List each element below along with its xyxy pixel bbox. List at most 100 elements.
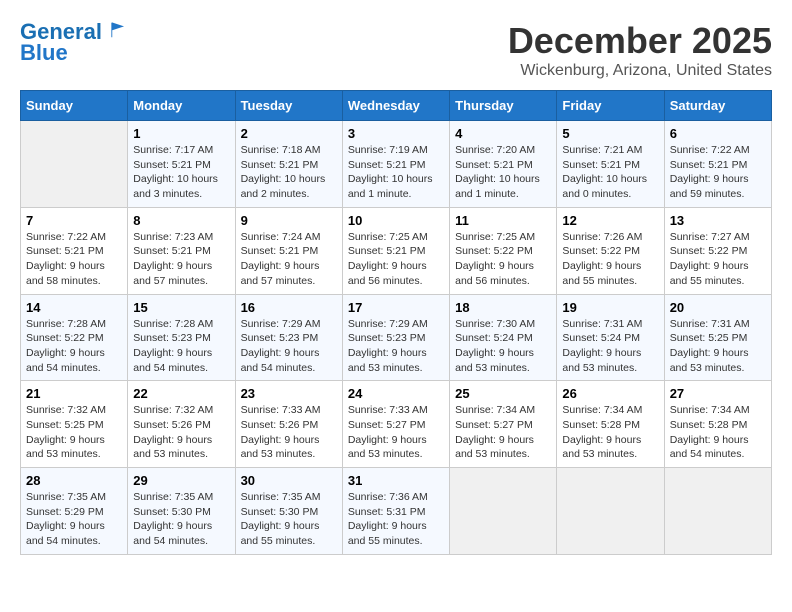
day-number: 24 [348, 386, 444, 401]
day-detail: Sunrise: 7:28 AMSunset: 5:22 PMDaylight:… [26, 317, 122, 376]
calendar-cell: 24Sunrise: 7:33 AMSunset: 5:27 PMDayligh… [342, 381, 449, 468]
calendar-cell: 15 Sunrise: 7:28 AMSunset: 5:23 PMDayligh… [128, 294, 235, 381]
day-of-week-header: Monday [128, 91, 235, 121]
day-detail: Sunrise: 7:31 AMSunset: 5:25 PMDaylight:… [670, 317, 766, 376]
day-number: 16 [241, 300, 337, 315]
day-detail: Sunrise: 7:20 AMSunset: 5:21 PMDaylight:… [455, 143, 551, 202]
calendar-week-row: 7 Sunrise: 7:22 AMSunset: 5:21 PMDaylight… [21, 207, 772, 294]
day-number: 12 [562, 213, 658, 228]
day-number: 11 [455, 213, 551, 228]
header: General Blue December 2025 Wickenburg, A… [20, 20, 772, 80]
day-detail: Sunrise: 7:35 AMSunset: 5:29 PMDaylight:… [26, 490, 122, 549]
calendar-cell: 4 Sunrise: 7:20 AMSunset: 5:21 PMDaylight… [450, 121, 557, 208]
calendar-header-row: SundayMondayTuesdayWednesdayThursdayFrid… [21, 91, 772, 121]
calendar-week-row: 28 Sunrise: 7:35 AMSunset: 5:29 PMDayligh… [21, 468, 772, 555]
calendar-cell: 22 Sunrise: 7:32 AMSunset: 5:26 PMDayligh… [128, 381, 235, 468]
calendar-cell: 1 Sunrise: 7:17 AMSunset: 5:21 PMDaylight… [128, 121, 235, 208]
logo-flag-icon [110, 21, 128, 39]
day-detail: Sunrise: 7:35 AMSunset: 5:30 PMDaylight:… [241, 490, 337, 549]
calendar-cell: 25Sunrise: 7:34 AMSunset: 5:27 PMDayligh… [450, 381, 557, 468]
calendar-week-row: 21 Sunrise: 7:32 AMSunset: 5:25 PMDayligh… [21, 381, 772, 468]
calendar-cell: 12 Sunrise: 7:26 AMSunset: 5:22 PMDayligh… [557, 207, 664, 294]
day-number: 15 [133, 300, 229, 315]
day-number: 29 [133, 473, 229, 488]
calendar-cell: 2 Sunrise: 7:18 AMSunset: 5:21 PMDaylight… [235, 121, 342, 208]
calendar-cell: 16Sunrise: 7:29 AMSunset: 5:23 PMDayligh… [235, 294, 342, 381]
calendar-cell: 29 Sunrise: 7:35 AMSunset: 5:30 PMDayligh… [128, 468, 235, 555]
calendar-cell: 30 Sunrise: 7:35 AMSunset: 5:30 PMDayligh… [235, 468, 342, 555]
day-number: 13 [670, 213, 766, 228]
day-number: 5 [562, 126, 658, 141]
day-number: 25 [455, 386, 551, 401]
day-detail: Sunrise: 7:23 AMSunset: 5:21 PMDaylight:… [133, 230, 229, 289]
day-detail: Sunrise: 7:24 AMSunset: 5:21 PMDaylight:… [241, 230, 337, 289]
day-detail: Sunrise: 7:17 AMSunset: 5:21 PMDaylight:… [133, 143, 229, 202]
day-number: 23 [241, 386, 337, 401]
day-detail: Sunrise: 7:35 AMSunset: 5:30 PMDaylight:… [133, 490, 229, 549]
calendar-cell: 6 Sunrise: 7:22 AMSunset: 5:21 PMDaylight… [664, 121, 771, 208]
calendar-cell: 10 Sunrise: 7:25 AMSunset: 5:21 PMDayligh… [342, 207, 449, 294]
calendar-cell: 8 Sunrise: 7:23 AMSunset: 5:21 PMDaylight… [128, 207, 235, 294]
calendar-week-row: 1 Sunrise: 7:17 AMSunset: 5:21 PMDaylight… [21, 121, 772, 208]
calendar-cell: 14 Sunrise: 7:28 AMSunset: 5:22 PMDayligh… [21, 294, 128, 381]
day-number: 22 [133, 386, 229, 401]
day-number: 30 [241, 473, 337, 488]
calendar-cell: 3 Sunrise: 7:19 AMSunset: 5:21 PMDaylight… [342, 121, 449, 208]
day-detail: Sunrise: 7:33 AMSunset: 5:26 PMDaylight:… [241, 403, 337, 462]
day-detail: Sunrise: 7:36 AMSunset: 5:31 PMDaylight:… [348, 490, 444, 549]
day-detail: Sunrise: 7:28 AMSunset: 5:23 PMDaylight:… [133, 317, 229, 376]
day-number: 17 [348, 300, 444, 315]
day-number: 10 [348, 213, 444, 228]
day-number: 2 [241, 126, 337, 141]
day-of-week-header: Sunday [21, 91, 128, 121]
day-detail: Sunrise: 7:31 AMSunset: 5:24 PMDaylight:… [562, 317, 658, 376]
day-number: 26 [562, 386, 658, 401]
day-number: 21 [26, 386, 122, 401]
calendar-cell: 23 Sunrise: 7:33 AMSunset: 5:26 PMDayligh… [235, 381, 342, 468]
calendar-cell [21, 121, 128, 208]
calendar-cell [664, 468, 771, 555]
calendar-cell: 19 Sunrise: 7:31 AMSunset: 5:24 PMDayligh… [557, 294, 664, 381]
day-number: 4 [455, 126, 551, 141]
day-detail: Sunrise: 7:22 AMSunset: 5:21 PMDaylight:… [670, 143, 766, 202]
day-detail: Sunrise: 7:22 AMSunset: 5:21 PMDaylight:… [26, 230, 122, 289]
day-number: 8 [133, 213, 229, 228]
calendar-cell: 17 Sunrise: 7:29 AMSunset: 5:23 PMDayligh… [342, 294, 449, 381]
calendar-cell: 7 Sunrise: 7:22 AMSunset: 5:21 PMDaylight… [21, 207, 128, 294]
day-detail: Sunrise: 7:19 AMSunset: 5:21 PMDaylight:… [348, 143, 444, 202]
day-number: 6 [670, 126, 766, 141]
day-number: 28 [26, 473, 122, 488]
day-detail: Sunrise: 7:32 AMSunset: 5:25 PMDaylight:… [26, 403, 122, 462]
day-of-week-header: Thursday [450, 91, 557, 121]
day-detail: Sunrise: 7:25 AMSunset: 5:22 PMDaylight:… [455, 230, 551, 289]
day-detail: Sunrise: 7:18 AMSunset: 5:21 PMDaylight:… [241, 143, 337, 202]
calendar-table: SundayMondayTuesdayWednesdayThursdayFrid… [20, 90, 772, 555]
calendar-cell: 18 Sunrise: 7:30 AMSunset: 5:24 PMDayligh… [450, 294, 557, 381]
day-number: 19 [562, 300, 658, 315]
day-number: 3 [348, 126, 444, 141]
day-detail: Sunrise: 7:25 AMSunset: 5:21 PMDaylight:… [348, 230, 444, 289]
day-number: 1 [133, 126, 229, 141]
day-detail: Sunrise: 7:34 AMSunset: 5:28 PMDaylight:… [670, 403, 766, 462]
day-number: 14 [26, 300, 122, 315]
calendar-week-row: 14 Sunrise: 7:28 AMSunset: 5:22 PMDayligh… [21, 294, 772, 381]
day-detail: Sunrise: 7:29 AMSunset: 5:23 PMDaylight:… [348, 317, 444, 376]
day-number: 7 [26, 213, 122, 228]
calendar-cell: 21 Sunrise: 7:32 AMSunset: 5:25 PMDayligh… [21, 381, 128, 468]
calendar-title: December 2025 [508, 20, 772, 62]
day-number: 18 [455, 300, 551, 315]
calendar-cell: 11 Sunrise: 7:25 AMSunset: 5:22 PMDayligh… [450, 207, 557, 294]
day-detail: Sunrise: 7:30 AMSunset: 5:24 PMDaylight:… [455, 317, 551, 376]
day-of-week-header: Tuesday [235, 91, 342, 121]
calendar-cell: 31 Sunrise: 7:36 AMSunset: 5:31 PMDayligh… [342, 468, 449, 555]
logo: General Blue [20, 20, 128, 66]
day-number: 31 [348, 473, 444, 488]
day-number: 27 [670, 386, 766, 401]
day-detail: Sunrise: 7:26 AMSunset: 5:22 PMDaylight:… [562, 230, 658, 289]
day-detail: Sunrise: 7:32 AMSunset: 5:26 PMDaylight:… [133, 403, 229, 462]
day-of-week-header: Saturday [664, 91, 771, 121]
day-detail: Sunrise: 7:34 AMSunset: 5:28 PMDaylight:… [562, 403, 658, 462]
day-detail: Sunrise: 7:27 AMSunset: 5:22 PMDaylight:… [670, 230, 766, 289]
calendar-cell: 20Sunrise: 7:31 AMSunset: 5:25 PMDayligh… [664, 294, 771, 381]
calendar-cell: 28 Sunrise: 7:35 AMSunset: 5:29 PMDayligh… [21, 468, 128, 555]
